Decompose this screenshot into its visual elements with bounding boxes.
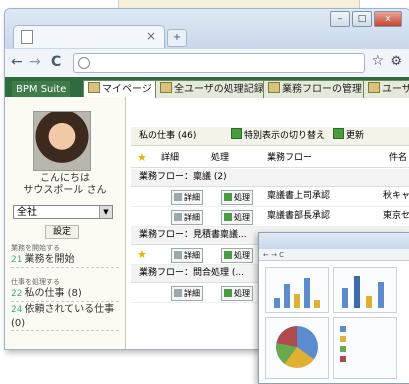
process-button[interactable]: 処理: [221, 286, 253, 301]
globe-icon: [78, 57, 90, 69]
wrench-icon[interactable]: ⚙: [390, 54, 402, 69]
flow-icon: [268, 82, 280, 93]
maximize-button[interactable]: □: [352, 11, 372, 27]
inset-chart-panel: [333, 267, 397, 313]
toggle-display-button[interactable]: 特別表示の切り替え: [231, 127, 325, 145]
delegated-tasks-link[interactable]: 24 依頼されている仕事(0): [11, 303, 119, 331]
refresh-button[interactable]: 更新: [333, 127, 364, 145]
close-tab-icon[interactable]: ×: [146, 29, 156, 43]
start-business-link[interactable]: 21 業務を開始: [11, 253, 119, 268]
column-subject: 件名: [389, 153, 408, 163]
subject: 東京セ: [383, 211, 409, 221]
inset-pie-panel: [265, 317, 329, 379]
detail-button[interactable]: 詳細: [171, 210, 203, 225]
column-process: 処理: [211, 153, 230, 163]
column-detail: 詳細: [161, 153, 180, 163]
star-icon[interactable]: ★: [137, 245, 147, 264]
bookmark-star-icon[interactable]: ☆: [371, 53, 384, 69]
records-icon: [160, 82, 172, 93]
detail-button[interactable]: 詳細: [171, 286, 203, 301]
inset-screenshot: ← → C: [258, 232, 409, 384]
minimize-button[interactable]: –: [330, 11, 350, 27]
greeting: こんにちは サウスポール さん: [5, 173, 125, 197]
close-window-button[interactable]: x: [374, 11, 402, 27]
tab-users[interactable]: ユーザ: [363, 80, 409, 98]
inset-legend-panel: [333, 317, 397, 379]
subject: 秋キャ: [383, 191, 409, 201]
users-icon: [368, 82, 380, 93]
inset-title-bar: [259, 233, 409, 249]
inset-toolbar: ← → C: [259, 249, 409, 261]
table-row[interactable]: 詳細 処理 稟議書部長承認 東京セ: [131, 207, 409, 227]
table-row[interactable]: 詳細 処理 稟議書上司承認 秋キャ: [131, 187, 409, 207]
my-tasks-link[interactable]: 22 私の仕事 (8): [11, 287, 119, 302]
panel-title: 私の仕事 (46): [139, 131, 197, 141]
section-tasks-label: 仕事を処理する: [11, 278, 60, 286]
avatar: [33, 111, 91, 171]
app-tab-bar: BPM Suite マイページ 全ユーザの処理記録 業務フローの管理 ユーザ: [5, 77, 409, 98]
table-header: ★ 詳細 処理 業務フロー 件名: [131, 149, 409, 168]
settings-button[interactable]: 設定: [45, 225, 79, 239]
sidebar: こんにちは サウスポール さん 全社 ▼ 設定 業務を開始する 21 業務を開始 …: [5, 97, 126, 349]
toggle-icon: [231, 128, 242, 139]
process-button[interactable]: 処理: [221, 248, 253, 263]
section-start-label: 業務を開始する: [11, 244, 60, 252]
browser-tab[interactable]: ×: [13, 25, 165, 48]
inset-pie: [276, 326, 318, 368]
panel-header: 私の仕事 (46) 特別表示の切り替え 更新: [131, 127, 409, 146]
home-icon: [88, 82, 100, 93]
window-controls: – □ x: [330, 11, 402, 27]
group-header[interactable]: 業務フロー：稟議 (2): [131, 169, 409, 187]
tab-mypage[interactable]: マイページ: [83, 80, 157, 98]
greeting-line1: こんにちは: [40, 173, 90, 184]
back-button[interactable]: ←: [11, 54, 23, 70]
chevron-down-icon: ▼: [99, 206, 112, 218]
process-button[interactable]: 処理: [221, 190, 253, 205]
organization-select[interactable]: 全社 ▼: [13, 205, 113, 219]
detail-button[interactable]: 詳細: [171, 190, 203, 205]
greeting-line2: サウスポール さん: [23, 185, 107, 196]
star-column-icon: ★: [137, 151, 147, 164]
bpm-suite-logo: BPM Suite: [11, 80, 72, 98]
detail-button[interactable]: 詳細: [171, 248, 203, 263]
tab-flow-management[interactable]: 業務フローの管理: [263, 80, 367, 98]
process-button[interactable]: 処理: [221, 210, 253, 225]
new-tab-button[interactable]: +: [167, 29, 187, 47]
flow-step: 稟議書上司承認: [267, 191, 331, 201]
title-bar: × + – □ x: [5, 9, 409, 49]
inset-chart-panel: [265, 267, 329, 313]
organization-select-value: 全社: [17, 207, 37, 218]
page-icon: [21, 30, 33, 44]
column-flow: 業務フロー: [267, 153, 313, 163]
address-bar[interactable]: [73, 53, 365, 73]
reload-button[interactable]: C: [51, 54, 61, 70]
flow-step: 稟議書部長承認: [267, 211, 331, 221]
refresh-icon: [333, 128, 344, 139]
forward-button[interactable]: →: [29, 54, 41, 70]
tab-all-user-records[interactable]: 全ユーザの処理記録: [155, 80, 269, 98]
browser-toolbar: ← → C ☆ ⚙: [5, 49, 409, 78]
